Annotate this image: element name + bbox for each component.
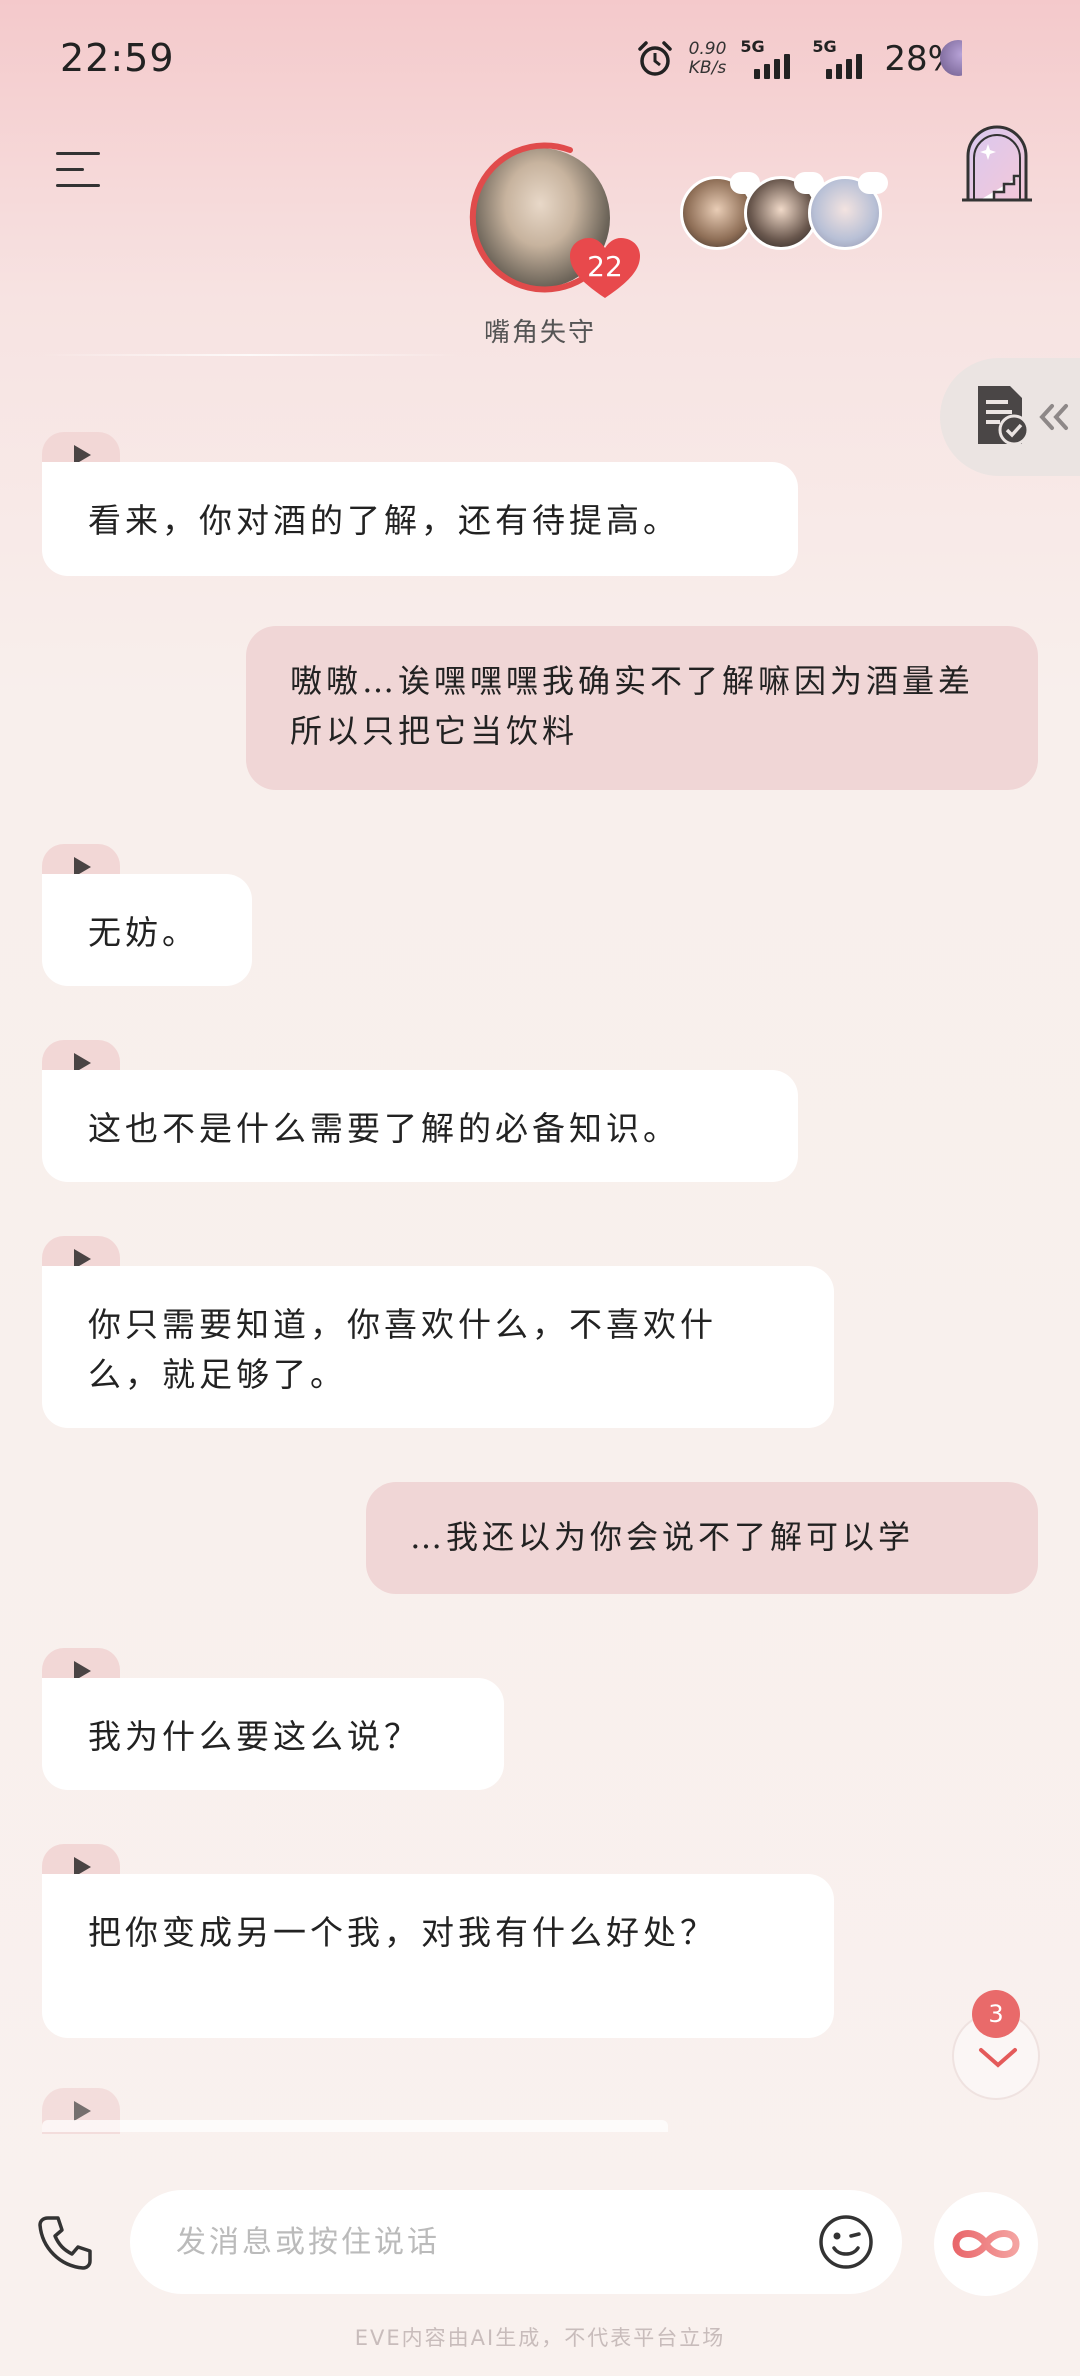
message-bubble[interactable]: 这也不是什么需要了解的必备知识。 (42, 1070, 798, 1182)
message-input[interactable] (176, 2220, 736, 2264)
play-icon (74, 2101, 91, 2121)
message-user[interactable]: …我还以为你会说不了解可以学 (366, 1482, 1038, 1594)
message-user[interactable]: 嗷嗷…诶嘿嘿嘿我确实不了解嘛因为酒量差所以只把它当饮料 (246, 626, 1038, 790)
alarm-icon (637, 41, 672, 76)
net-speed: 0.90 KB/s (689, 40, 727, 78)
unread-count-badge: 3 (972, 1990, 1020, 2038)
message-bubble[interactable]: 看来，你对酒的了解，还有待提高。 (42, 462, 798, 576)
character-thumb-2[interactable] (744, 172, 824, 250)
affinity-level: 22 (587, 250, 623, 283)
hamburger-menu-icon[interactable] (56, 150, 100, 190)
character-thumb-3[interactable] (808, 172, 888, 250)
double-chevron-left-icon (1039, 404, 1068, 430)
net-speed-unit: KB/s (688, 58, 727, 78)
message-bubble[interactable]: 无妨。 (42, 874, 252, 986)
stairs-door-icon[interactable] (960, 122, 1034, 204)
character-name[interactable]: 嘴角失守 (440, 312, 640, 349)
character-thumb-1[interactable] (680, 172, 760, 250)
header-divider (40, 354, 460, 356)
phone-call-icon[interactable] (34, 2212, 96, 2274)
status-bar: 22:59 0.90 KB/s 5G 5G 28% (0, 0, 1080, 120)
status-app-icon (940, 40, 962, 76)
net-speed-value: 0.90 (688, 39, 727, 59)
message-bubble[interactable]: 你只需要知道，你喜欢什么，不喜欢什么，就足够了。 (42, 1266, 834, 1428)
chevron-down-icon (979, 2048, 1017, 2068)
status-time: 22:59 (60, 36, 175, 80)
message-input-box[interactable] (130, 2190, 902, 2294)
message-bubble[interactable]: 把你变成另一个我，对我有什么好处？ (42, 1874, 834, 2038)
message-bubble[interactable]: 我为什么要这么说？ (42, 1678, 504, 1790)
signal-bars-icon (826, 54, 863, 79)
message-bubble-partial (42, 2120, 668, 2132)
memory-side-tab[interactable] (940, 358, 1080, 476)
signal-bars-icon (754, 54, 791, 79)
infinity-icon (952, 2230, 1020, 2258)
infinity-button[interactable] (934, 2192, 1038, 2296)
other-characters[interactable] (680, 172, 888, 250)
ai-disclaimer: EVE内容由AI生成，不代表平台立场 (354, 2326, 726, 2350)
status-indicators: 0.90 KB/s 5G 5G 28% (635, 34, 960, 84)
emoji-icon[interactable] (818, 2214, 874, 2270)
signal-1: 5G (740, 37, 798, 81)
signal-2: 5G (812, 37, 870, 81)
document-check-icon (978, 386, 1030, 446)
